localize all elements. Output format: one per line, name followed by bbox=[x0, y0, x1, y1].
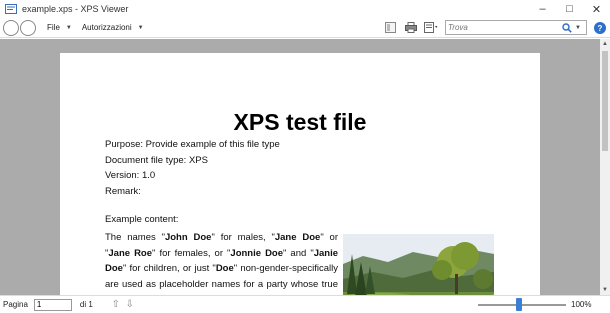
bold-name: John Doe bbox=[164, 232, 212, 243]
paragraph-text: " for children, or just " bbox=[122, 263, 216, 274]
outline-icon[interactable] bbox=[383, 20, 398, 35]
maximize-button[interactable]: □ bbox=[556, 0, 583, 18]
bold-name: Jane Doe bbox=[274, 232, 321, 243]
help-icon[interactable]: ? bbox=[594, 22, 606, 34]
previous-page-icon[interactable]: ⇧ bbox=[109, 298, 123, 312]
search-box: ▼ bbox=[445, 20, 587, 35]
page-view-icon[interactable] bbox=[423, 20, 438, 35]
toolbar-icons bbox=[383, 20, 443, 35]
meta-purpose: Purpose: Provide example of this file ty… bbox=[105, 139, 280, 150]
document-page: XPS test file Purpose: Provide example o… bbox=[60, 53, 540, 295]
zoom-slider-thumb[interactable] bbox=[516, 298, 523, 311]
page-label: Pagina bbox=[3, 300, 28, 309]
navigation-buttons bbox=[3, 19, 37, 36]
title-bar: example.xps - XPS Viewer – □ ✕ bbox=[0, 0, 610, 18]
scroll-down-icon[interactable]: ▼ bbox=[600, 285, 610, 295]
close-button[interactable]: ✕ bbox=[583, 0, 610, 18]
paragraph-text: " for males, " bbox=[211, 232, 275, 243]
chevron-down-icon[interactable]: ▼ bbox=[66, 25, 72, 31]
meta-version: Version: 1.0 bbox=[105, 170, 156, 181]
page-number-input[interactable] bbox=[33, 298, 72, 311]
chevron-down-icon[interactable]: ▼ bbox=[575, 25, 581, 31]
print-icon[interactable] bbox=[403, 20, 418, 35]
bold-name: Jonnie Doe bbox=[230, 247, 284, 259]
next-page-icon[interactable]: ⇩ bbox=[123, 298, 137, 312]
page-count: di 1 bbox=[79, 300, 93, 309]
chevron-down-icon[interactable]: ▼ bbox=[138, 25, 144, 31]
back-button[interactable] bbox=[3, 19, 19, 36]
example-label: Example content: bbox=[105, 214, 179, 225]
zoom-level: 100% bbox=[571, 300, 592, 309]
menu-file[interactable]: File bbox=[47, 23, 60, 32]
xps-app-icon bbox=[4, 3, 18, 15]
landscape-image bbox=[343, 234, 494, 295]
window-title: example.xps - XPS Viewer bbox=[22, 4, 129, 14]
bold-name: Doe bbox=[215, 263, 234, 274]
example-paragraph: The names "John Doe" for males, "Jane Do… bbox=[105, 230, 338, 295]
paragraph-text: " and " bbox=[283, 247, 314, 259]
scrollbar-thumb[interactable] bbox=[602, 51, 608, 151]
meta-remark: Remark: bbox=[105, 185, 141, 197]
search-input[interactable] bbox=[446, 23, 561, 32]
page-navigation: ⇧ ⇩ bbox=[109, 298, 137, 312]
paragraph-text: " for females, or " bbox=[152, 247, 231, 259]
meta-file-type: Document file type: XPS bbox=[105, 154, 208, 166]
menu-bar: File ▼ Autorizzazioni ▼ bbox=[47, 23, 154, 32]
document-meta: Purpose: Provide example of this file ty… bbox=[105, 137, 280, 199]
bold-name: Jane Roe bbox=[108, 247, 153, 259]
document-viewer[interactable]: XPS test file Purpose: Provide example o… bbox=[0, 39, 600, 295]
minimize-button[interactable]: – bbox=[529, 0, 556, 18]
document-title: XPS test file bbox=[233, 109, 367, 135]
paragraph-text: The names " bbox=[105, 232, 165, 243]
status-bar: Pagina di 1 ⇧ ⇩ 100% bbox=[0, 295, 610, 313]
forward-button[interactable] bbox=[20, 19, 36, 36]
vertical-scrollbar[interactable]: ▲ ▼ bbox=[600, 39, 610, 295]
menu-permissions[interactable]: Autorizzazioni bbox=[82, 23, 132, 32]
search-icon[interactable] bbox=[561, 22, 573, 34]
window-controls: – □ ✕ bbox=[529, 0, 610, 18]
toolbar: File ▼ Autorizzazioni ▼ ▼ ? bbox=[0, 18, 610, 38]
scroll-up-icon[interactable]: ▲ bbox=[600, 39, 610, 49]
